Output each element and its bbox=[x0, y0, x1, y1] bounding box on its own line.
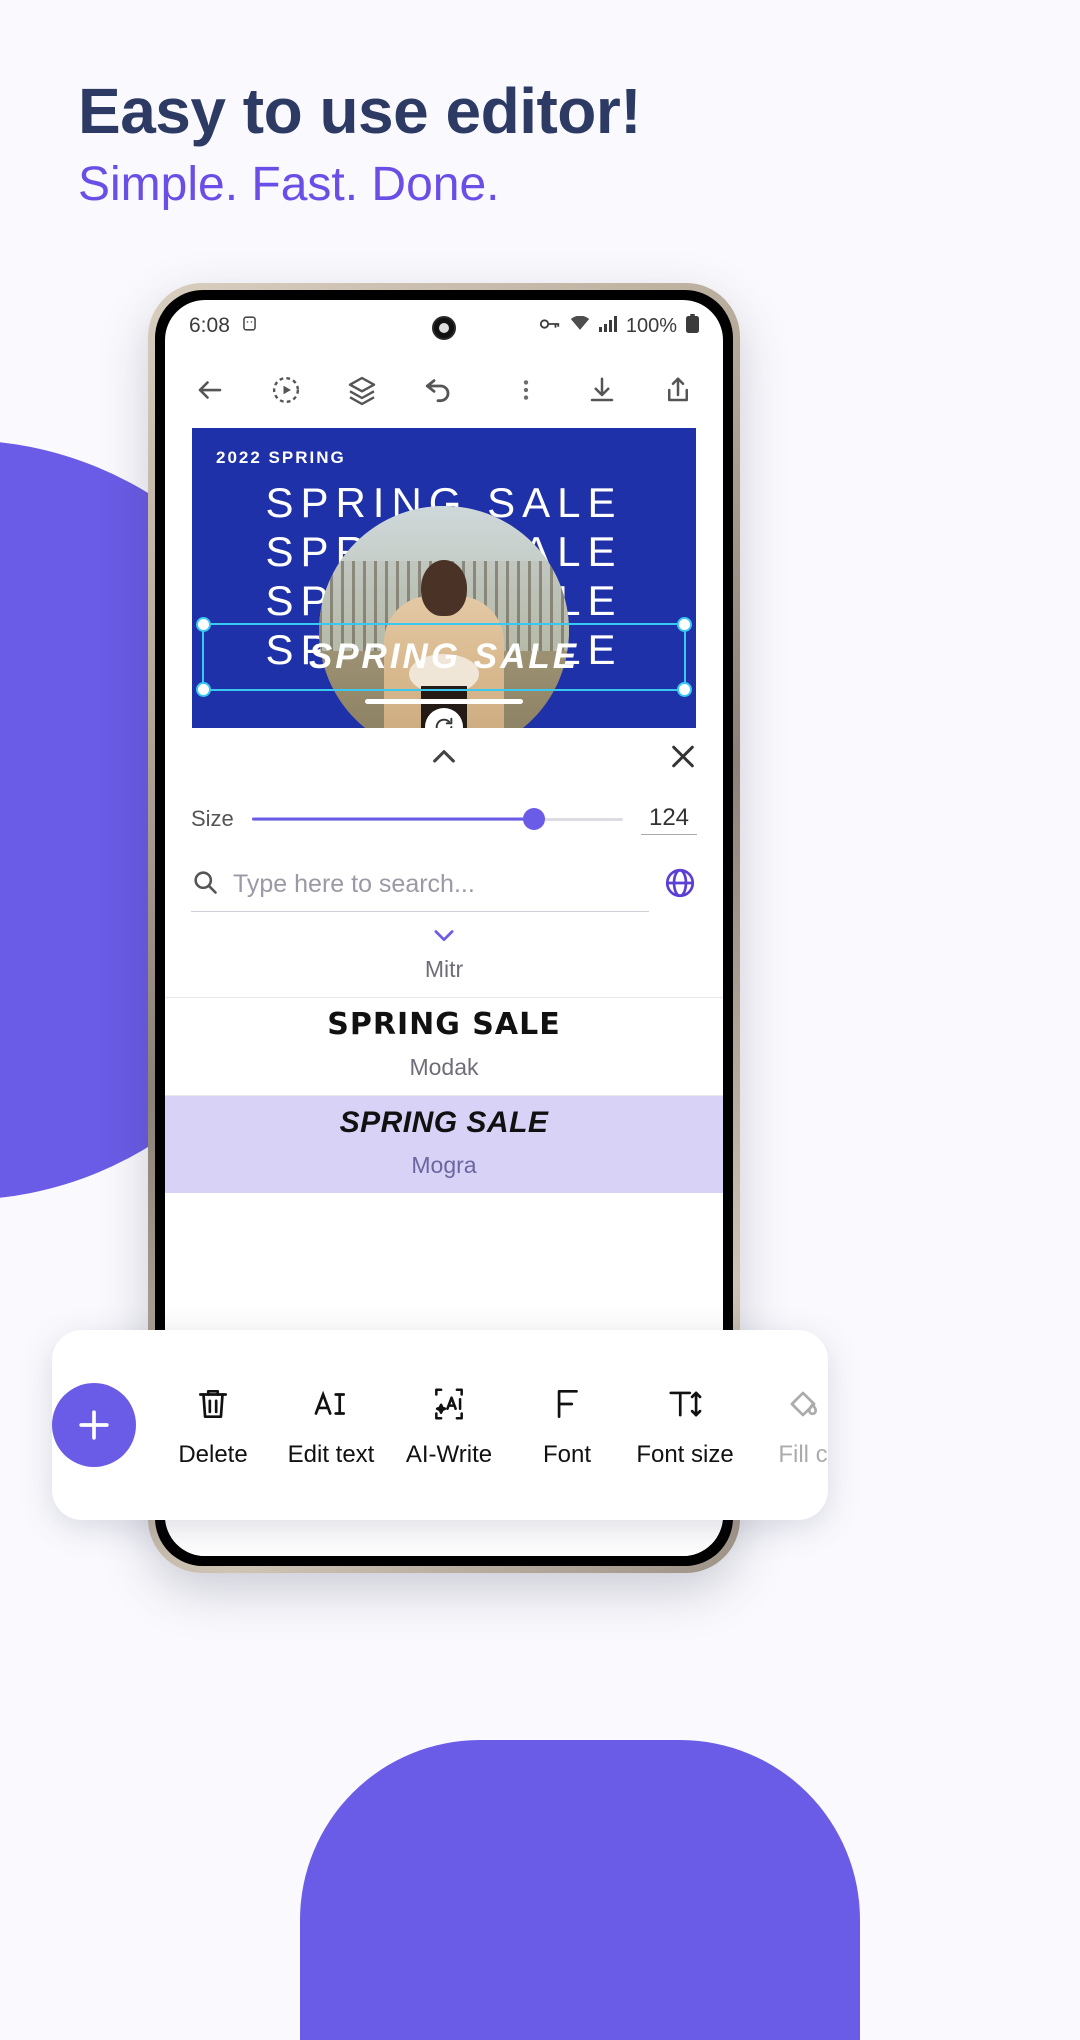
resize-handle-top-left[interactable] bbox=[196, 617, 211, 632]
font-label: Font bbox=[542, 1441, 592, 1468]
design-canvas[interactable]: 2022 SPRING SPRING SALE SPRING SALE SPRI… bbox=[192, 428, 696, 728]
list-item[interactable]: Mitr bbox=[165, 956, 723, 998]
promo-headings: Easy to use editor! Simple. Fast. Done. bbox=[0, 0, 1080, 212]
font-name: Mogra bbox=[411, 1152, 477, 1178]
search-icon bbox=[191, 868, 219, 901]
canvas-year-label: 2022 SPRING bbox=[216, 448, 346, 467]
font-name: Modak bbox=[409, 1054, 479, 1080]
play-circle-icon[interactable] bbox=[263, 367, 309, 413]
share-icon[interactable] bbox=[655, 367, 701, 413]
battery-full-icon bbox=[686, 313, 699, 339]
status-right: 100% bbox=[539, 313, 699, 339]
resize-handle-top-right[interactable] bbox=[677, 617, 692, 632]
font-size-label: Font size bbox=[636, 1441, 734, 1468]
selected-text-layer: SPRING SALE bbox=[308, 637, 580, 676]
status-bar: 6:08 100% bbox=[165, 300, 723, 352]
decorative-blob-bottom bbox=[300, 1740, 860, 2040]
fill-color-label: Fill c bbox=[778, 1441, 828, 1468]
fill-color-button[interactable]: Fill c bbox=[744, 1381, 828, 1469]
edit-text-label: Edit text bbox=[287, 1441, 375, 1468]
trash-icon bbox=[194, 1381, 232, 1427]
font-size-icon bbox=[666, 1381, 704, 1427]
wifi-icon bbox=[570, 315, 590, 338]
font-size-button[interactable]: Font size bbox=[626, 1381, 744, 1469]
slider-fill bbox=[251, 817, 534, 821]
action-items: Delete Edit text AI-Write Font Font size… bbox=[136, 1381, 828, 1469]
list-item[interactable]: SPRING SALE Modak bbox=[165, 998, 723, 1096]
font-search-row: Type here to search... bbox=[165, 848, 723, 922]
globe-icon[interactable] bbox=[663, 866, 697, 905]
expand-row[interactable] bbox=[165, 922, 723, 948]
edit-text-button[interactable]: Edit text bbox=[272, 1381, 390, 1469]
resize-handle-bottom-right[interactable] bbox=[677, 682, 692, 697]
page-subtitle: Simple. Fast. Done. bbox=[78, 158, 500, 212]
layers-icon[interactable] bbox=[339, 367, 385, 413]
canvas-baseline-bar bbox=[365, 699, 523, 704]
ai-write-icon bbox=[430, 1381, 468, 1427]
status-left: 6:08 bbox=[189, 314, 259, 339]
vpn-key-icon bbox=[539, 315, 561, 338]
font-preview: SPRING SALE bbox=[327, 1007, 561, 1042]
font-icon bbox=[548, 1381, 586, 1427]
resize-handle-bottom-left[interactable] bbox=[196, 682, 211, 697]
photo-head bbox=[421, 560, 467, 616]
panel-header bbox=[165, 728, 723, 790]
font-name: Mitr bbox=[424, 956, 464, 982]
ai-write-button[interactable]: AI-Write bbox=[390, 1381, 508, 1469]
search-input[interactable]: Type here to search... bbox=[191, 858, 649, 912]
list-item[interactable]: SPRING SALE Mogra bbox=[165, 1096, 723, 1193]
screen-rotation-icon bbox=[240, 314, 259, 339]
status-time: 6:08 bbox=[189, 314, 230, 337]
text-selection-box[interactable]: SPRING SALE bbox=[196, 617, 692, 697]
edit-text-icon bbox=[312, 1381, 350, 1427]
download-icon[interactable] bbox=[579, 367, 625, 413]
size-control-row: Size 124 bbox=[165, 790, 723, 848]
size-label: Size bbox=[191, 806, 234, 831]
slider-thumb[interactable] bbox=[522, 808, 545, 830]
close-icon[interactable] bbox=[667, 741, 699, 778]
add-button-wrap bbox=[52, 1383, 136, 1467]
battery-percent: 100% bbox=[625, 314, 677, 337]
editor-toolbar bbox=[165, 352, 723, 428]
font-button[interactable]: Font bbox=[508, 1381, 626, 1469]
circular-photo-element[interactable] bbox=[319, 506, 569, 728]
chevron-up-icon[interactable] bbox=[428, 741, 460, 778]
search-placeholder: Type here to search... bbox=[233, 870, 475, 898]
fill-color-icon bbox=[784, 1381, 822, 1427]
size-slider[interactable] bbox=[251, 808, 623, 830]
plus-icon[interactable] bbox=[52, 1383, 136, 1467]
undo-icon[interactable] bbox=[415, 367, 461, 413]
back-arrow-icon[interactable] bbox=[187, 367, 233, 413]
ai-write-label: AI-Write bbox=[405, 1441, 493, 1468]
size-value-input[interactable]: 124 bbox=[641, 804, 697, 835]
font-preview: SPRING SALE bbox=[339, 1106, 549, 1139]
page-title: Easy to use editor! bbox=[78, 75, 642, 147]
delete-label: Delete bbox=[178, 1441, 248, 1468]
delete-button[interactable]: Delete bbox=[154, 1381, 272, 1469]
more-vertical-icon[interactable] bbox=[503, 367, 549, 413]
front-camera-punchhole bbox=[432, 316, 456, 340]
bottom-action-bar: Delete Edit text AI-Write Font Font size… bbox=[52, 1330, 828, 1520]
cellular-signal-icon bbox=[598, 315, 617, 338]
